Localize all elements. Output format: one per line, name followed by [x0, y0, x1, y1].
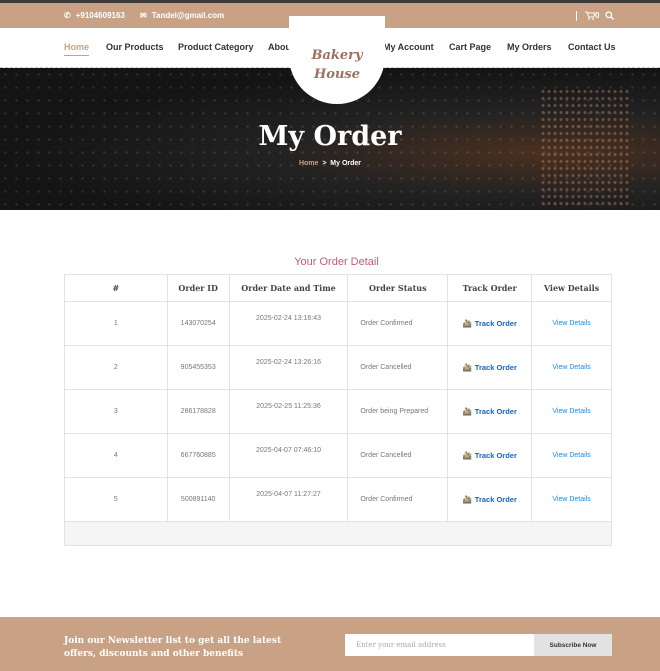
email-contact[interactable]: ✉ Tandel@gmail.com [140, 11, 224, 20]
cart-count: 0 [595, 11, 600, 20]
search-button[interactable] [605, 11, 614, 20]
order-status: Order being Prepared [347, 389, 449, 434]
view-details-link[interactable]: View Details [531, 433, 612, 478]
order-id: 667760885 [166, 433, 230, 478]
order-id: 143070254 [166, 301, 230, 346]
nav-cart-page[interactable]: Cart Page [449, 42, 491, 52]
motorcycle-icon: 🚵 [462, 495, 472, 504]
order-number: 5 [64, 477, 168, 522]
nav-home[interactable]: Home [64, 42, 90, 56]
nav-my-account[interactable]: My Account [383, 42, 434, 52]
header-order-date: Order Date and Time [228, 274, 349, 302]
phone-number: +9104609163 [75, 11, 125, 20]
track-order-link[interactable]: 🚵 Track Order [447, 477, 533, 522]
track-order-label: Track Order [474, 319, 517, 328]
breadcrumb: Home > My Order [0, 160, 660, 167]
order-id: 905455353 [166, 345, 230, 390]
table-row: 2 905455353 2025-02-24 13:26:16 Order Ca… [64, 345, 612, 390]
order-date: 2025-04-07 11:27:27 [228, 477, 349, 522]
track-order-link[interactable]: 🚵 Track Order [447, 433, 533, 478]
track-order-label: Track Order [474, 451, 517, 460]
nav-my-orders[interactable]: My Orders [507, 42, 552, 52]
cart-button[interactable]: 0 [585, 11, 599, 20]
table-row: 4 667760885 2025-04-07 07:46:10 Order Ca… [64, 433, 612, 478]
motorcycle-icon: 🚵 [462, 407, 472, 416]
search-icon [605, 11, 614, 20]
cart-icon [585, 11, 595, 20]
nav-product-category[interactable]: Product Category [178, 42, 254, 52]
order-date: 2025-02-25 11:25:36 [228, 389, 349, 434]
order-detail-title: Your Order Detail [294, 256, 379, 268]
subscribe-button[interactable]: Subscribe Now [534, 634, 612, 656]
page-title: My Order [258, 121, 402, 152]
order-status: Order Confirmed [347, 477, 449, 522]
track-order-label: Track Order [474, 407, 517, 416]
table-row: 5 500891140 2025-04-07 11:27:27 Order Co… [64, 477, 612, 522]
table-row: 3 286178828 2025-02-25 11:25:36 Order be… [64, 389, 612, 434]
motorcycle-icon: 🚵 [462, 319, 472, 328]
order-date: 2025-02-24 13:16:43 [228, 301, 349, 346]
breadcrumb-separator: > [322, 160, 327, 167]
breadcrumb-current: My Order [330, 160, 362, 167]
logo-line-1: Bakery [311, 48, 363, 63]
logo-line-2: House [314, 67, 360, 82]
table-row: 1 143070254 2025-02-24 13:16:43 Order Co… [64, 301, 612, 346]
header-track-order: Track Order [447, 274, 533, 302]
header-order-id: Order ID [166, 274, 230, 302]
motorcycle-icon: 🚵 [462, 451, 472, 460]
order-status: Order Cancelled [347, 433, 449, 478]
phone-contact[interactable]: ✆ +9104609163 [64, 11, 125, 20]
track-order-link[interactable]: 🚵 Track Order [447, 345, 533, 390]
order-date: 2025-02-24 13:26:16 [228, 345, 349, 390]
envelope-icon: ✉ [140, 11, 147, 20]
track-order-label: Track Order [474, 363, 517, 372]
order-number: 1 [64, 301, 168, 346]
phone-icon: ✆ [64, 11, 71, 20]
track-order-label: Track Order [474, 495, 517, 504]
newsletter-email-input[interactable] [345, 634, 534, 656]
newsletter-text: Join our Newsletter list to get all the … [64, 636, 282, 659]
view-details-link[interactable]: View Details [531, 301, 612, 346]
order-number: 2 [64, 345, 168, 390]
nav-contact-us[interactable]: Contact Us [568, 42, 616, 52]
orders-table: # Order ID Order Date and Time Order Sta… [64, 274, 612, 546]
topbar-divider [576, 11, 577, 21]
track-order-link[interactable]: 🚵 Track Order [447, 389, 533, 434]
order-status: Order Confirmed [347, 301, 449, 346]
view-details-link[interactable]: View Details [531, 345, 612, 390]
table-footer-cell [64, 521, 612, 546]
order-number: 4 [64, 433, 168, 478]
order-status: Order Cancelled [347, 345, 449, 390]
order-id: 500891140 [166, 477, 230, 522]
table-header-row: # Order ID Order Date and Time Order Sta… [64, 274, 612, 302]
order-id: 286178828 [166, 389, 230, 434]
nav-our-products[interactable]: Our Products [106, 42, 164, 52]
view-details-link[interactable]: View Details [531, 389, 612, 434]
newsletter-bar: Join our Newsletter list to get all the … [0, 617, 660, 671]
motorcycle-icon: 🚵 [462, 363, 472, 372]
order-date: 2025-04-07 07:46:10 [228, 433, 349, 478]
email-address: Tandel@gmail.com [151, 11, 225, 20]
track-order-link[interactable]: 🚵 Track Order [447, 301, 533, 346]
header-number: # [64, 274, 168, 302]
breadcrumb-home[interactable]: Home [299, 160, 318, 167]
header-view-details: View Details [531, 274, 612, 302]
header-order-status: Order Status [347, 274, 449, 302]
view-details-link[interactable]: View Details [531, 477, 612, 522]
order-number: 3 [64, 389, 168, 434]
table-footer-row [64, 521, 612, 546]
